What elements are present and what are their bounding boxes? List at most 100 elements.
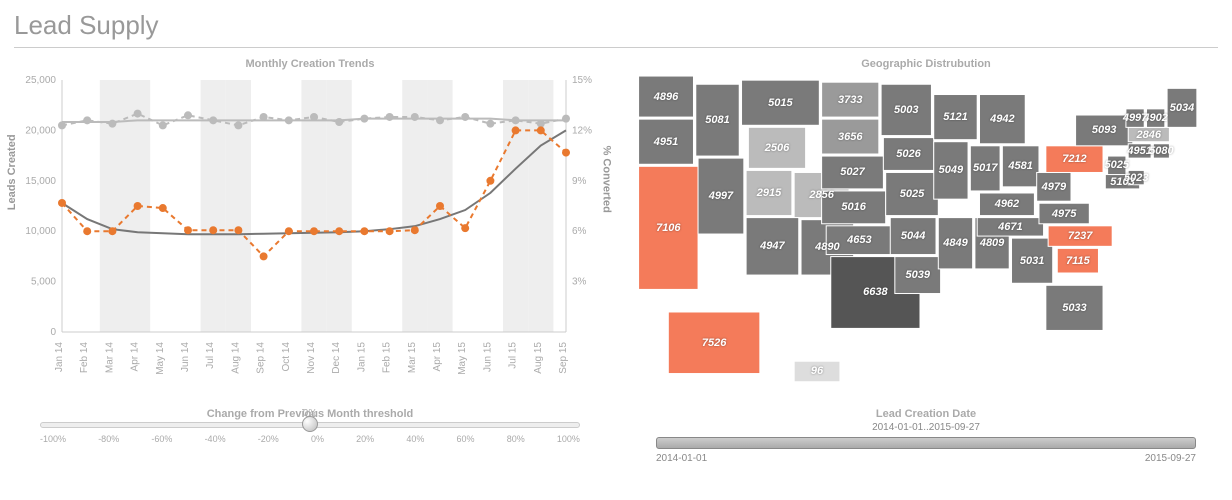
state-FL[interactable] xyxy=(1046,285,1103,330)
state-OR[interactable] xyxy=(639,119,694,164)
threshold-tick: 80% xyxy=(507,434,525,444)
svg-text:Aug 15: Aug 15 xyxy=(533,342,544,374)
state-IL[interactable] xyxy=(934,142,968,199)
state-NC[interactable] xyxy=(1048,226,1112,247)
page-title: Lead Supply xyxy=(14,10,1218,48)
state-NV[interactable] xyxy=(698,158,744,234)
state-PA[interactable] xyxy=(1046,146,1103,173)
svg-text:May 15: May 15 xyxy=(457,342,468,375)
svg-text:9%: 9% xyxy=(572,176,587,187)
date-range-start: 2014-01-01 xyxy=(656,453,707,464)
state-MA[interactable] xyxy=(1128,127,1169,141)
svg-text:Apr 15: Apr 15 xyxy=(432,342,443,372)
state-KY[interactable] xyxy=(979,193,1034,216)
threshold-tick: -60% xyxy=(151,434,172,444)
state-IN[interactable] xyxy=(970,146,1000,191)
state-CA[interactable] xyxy=(639,166,698,289)
state-MN[interactable] xyxy=(881,84,931,135)
svg-text:Mar 15: Mar 15 xyxy=(407,342,418,374)
svg-text:Oct 14: Oct 14 xyxy=(281,342,292,372)
date-range-track[interactable] xyxy=(656,437,1196,449)
svg-text:May 14: May 14 xyxy=(155,342,166,375)
threshold-tick: -40% xyxy=(205,434,226,444)
svg-text:Mar 14: Mar 14 xyxy=(104,342,115,374)
threshold-knob[interactable] xyxy=(302,416,318,432)
state-KS[interactable] xyxy=(822,191,886,224)
state-AZ[interactable] xyxy=(746,218,799,275)
state-ME[interactable] xyxy=(1167,88,1197,127)
threshold-tick: 40% xyxy=(406,434,424,444)
svg-text:3%: 3% xyxy=(572,277,587,288)
threshold-tick: 100% xyxy=(557,434,580,444)
svg-text:10,000: 10,000 xyxy=(25,226,56,237)
state-ND[interactable] xyxy=(822,82,879,117)
state-GA[interactable] xyxy=(1012,238,1053,283)
svg-text:12%: 12% xyxy=(572,125,592,136)
date-range-end: 2015-09-27 xyxy=(1145,453,1196,464)
svg-text:Jun 14: Jun 14 xyxy=(180,342,191,372)
state-NJ[interactable] xyxy=(1108,156,1126,174)
svg-text:Aug 14: Aug 14 xyxy=(230,342,241,374)
svg-text:Jan 15: Jan 15 xyxy=(356,342,367,372)
threshold-tick: -100% xyxy=(40,434,66,444)
state-WV[interactable] xyxy=(1037,172,1071,201)
svg-text:20,000: 20,000 xyxy=(25,125,56,136)
state-TN[interactable] xyxy=(977,218,1043,236)
state-RI[interactable] xyxy=(1153,144,1169,158)
map-panel-title: Geographic Distrubution xyxy=(634,58,1218,70)
state-NY[interactable] xyxy=(1076,115,1133,146)
svg-text:0: 0 xyxy=(50,327,56,338)
threshold-slider[interactable]: 0% -100%-80%-60%-40%-20%0%20%40%60%80%10… xyxy=(40,422,580,444)
svg-text:Jul 15: Jul 15 xyxy=(508,342,519,369)
state-UT[interactable] xyxy=(746,170,792,215)
threshold-tick: -80% xyxy=(98,434,119,444)
state-WY[interactable] xyxy=(748,127,805,168)
state-VA[interactable] xyxy=(1039,203,1089,224)
svg-text:25,000: 25,000 xyxy=(25,75,56,86)
svg-text:Feb 15: Feb 15 xyxy=(382,342,393,374)
monthly-trends-chart[interactable]: Leads Created % Converted 05,00010,00015… xyxy=(14,74,606,392)
y2-axis-label: % Converted xyxy=(600,146,612,213)
state-NE[interactable] xyxy=(822,156,884,189)
state-IA[interactable] xyxy=(883,138,933,171)
date-slider-title: Lead Creation Date xyxy=(634,408,1218,420)
svg-text:Sep 14: Sep 14 xyxy=(256,342,267,374)
state-MT[interactable] xyxy=(742,80,820,125)
date-range-display: 2014-01-01..2015-09-27 xyxy=(656,422,1196,433)
svg-text:Apr 14: Apr 14 xyxy=(130,342,141,372)
state-ID[interactable] xyxy=(696,84,739,156)
svg-text:15,000: 15,000 xyxy=(25,176,56,187)
threshold-tick: -20% xyxy=(258,434,279,444)
svg-text:Jan 14: Jan 14 xyxy=(54,342,65,372)
svg-text:Jun 15: Jun 15 xyxy=(482,342,493,372)
state-MI[interactable] xyxy=(979,95,1025,144)
threshold-tick: 20% xyxy=(356,434,374,444)
state-HI[interactable] xyxy=(794,361,840,382)
svg-text:Sep 15: Sep 15 xyxy=(558,342,569,374)
state-SD[interactable] xyxy=(822,119,879,154)
state-SC[interactable] xyxy=(1057,248,1098,273)
svg-text:Jul 14: Jul 14 xyxy=(205,342,216,369)
state-MS[interactable] xyxy=(938,218,972,269)
svg-text:5,000: 5,000 xyxy=(31,277,56,288)
state-OK[interactable] xyxy=(826,226,892,255)
state-CT[interactable] xyxy=(1128,144,1151,158)
svg-text:Nov 14: Nov 14 xyxy=(306,342,317,374)
state-WI[interactable] xyxy=(934,95,977,140)
state-WA[interactable] xyxy=(639,76,694,117)
state-OH[interactable] xyxy=(1002,146,1039,187)
state-AR[interactable] xyxy=(890,218,936,255)
svg-text:6%: 6% xyxy=(572,226,587,237)
svg-text:Dec 14: Dec 14 xyxy=(331,342,342,374)
threshold-tick: 0% xyxy=(311,434,324,444)
threshold-tick: 60% xyxy=(457,434,475,444)
svg-text:15%: 15% xyxy=(572,75,592,86)
state-NH[interactable] xyxy=(1147,109,1165,127)
state-LA[interactable] xyxy=(895,257,941,294)
state-VT[interactable] xyxy=(1126,109,1144,127)
state-AK[interactable] xyxy=(668,312,760,374)
state-MO[interactable] xyxy=(886,172,939,215)
geographic-map[interactable]: 4896495171064997508150152506291528564947… xyxy=(634,74,1206,392)
y-axis-label: Leads Created xyxy=(6,134,18,210)
state-DE[interactable] xyxy=(1128,170,1144,184)
